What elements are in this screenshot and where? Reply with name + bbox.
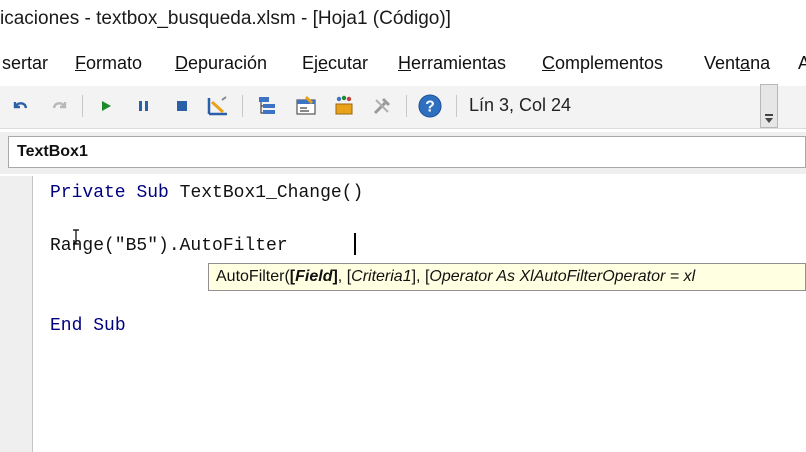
mouse-ibeam-icon [73,229,79,245]
menu-bar: sertar Formato Depuración Ejecutar Herra… [0,48,806,82]
tooltip-method: AutoFilter( [216,268,290,285]
toolbar-separator [82,95,83,117]
undo-icon[interactable] [8,94,32,118]
toolbox-icon[interactable] [370,94,394,118]
properties-icon[interactable] [294,94,318,118]
sub-name: TextBox1_Change() [179,183,364,203]
keyword-sub: Sub [93,316,126,336]
help-icon[interactable]: ? [418,94,442,118]
menu-depuracion[interactable]: Depuración [175,53,267,74]
code-editor[interactable]: Private Sub TextBox1_Change() Range("B5"… [0,176,806,452]
design-mode-icon[interactable] [206,94,230,118]
menu-ayuda[interactable]: A [798,53,806,74]
tooltip-param-criteria1: Criteria1 [351,268,412,285]
tooltip-param-field: Field [295,268,333,285]
toolbar-overflow-button[interactable] [760,84,778,128]
menu-insertar[interactable]: sertar [2,53,48,74]
svg-text:?: ? [425,99,435,116]
menu-herramientas[interactable]: Herramientas [398,53,506,74]
tooltip-separator: ], [ [411,268,430,285]
object-dropdown-value: TextBox1 [17,143,88,160]
redo-icon[interactable] [48,94,72,118]
run-icon[interactable] [94,94,118,118]
project-explorer-icon[interactable] [256,94,280,118]
menu-ejecutar[interactable]: Ejecutar [302,53,368,74]
toolbar-separator [242,95,243,117]
keyword-private: Private [50,183,126,203]
text-caret [354,233,356,255]
code-line-1[interactable]: Private Sub TextBox1_Change() [50,183,363,203]
window-title: icaciones - textbox_busqueda.xlsm - [Hoj… [0,8,451,29]
standard-toolbar: ? Lín 3, Col 24 [0,86,806,129]
cursor-position: Lín 3, Col 24 [469,95,572,115]
menu-ventana[interactable]: Ventana [704,53,770,74]
keyword-sub: Sub [136,183,169,203]
object-dropdown[interactable]: TextBox1 [8,136,806,168]
title-bar: icaciones - textbox_busqueda.xlsm - [Hoj… [0,0,806,40]
toolbar-separator [406,95,407,117]
tooltip-param-operator: Operator As XlAutoFilterOperator = xl [429,268,696,285]
object-selector-bar: TextBox1 [0,132,806,174]
tooltip-separator: , [ [337,268,352,285]
code-line-3[interactable]: End Sub [50,316,126,336]
menu-formato[interactable]: Formato [75,53,142,74]
object-browser-icon[interactable] [332,94,356,118]
menu-complementos[interactable]: Complementos [542,53,663,74]
intellisense-tooltip: AutoFilter([Field], [Criteria1], [Operat… [208,263,806,291]
toolbar-separator [456,95,457,117]
code-line-2[interactable]: Range("B5").AutoFilter [50,236,298,256]
pause-icon[interactable] [132,94,156,118]
stop-icon[interactable] [170,94,194,118]
keyword-end: End [50,316,83,336]
margin-indicator-bar[interactable] [0,176,33,452]
